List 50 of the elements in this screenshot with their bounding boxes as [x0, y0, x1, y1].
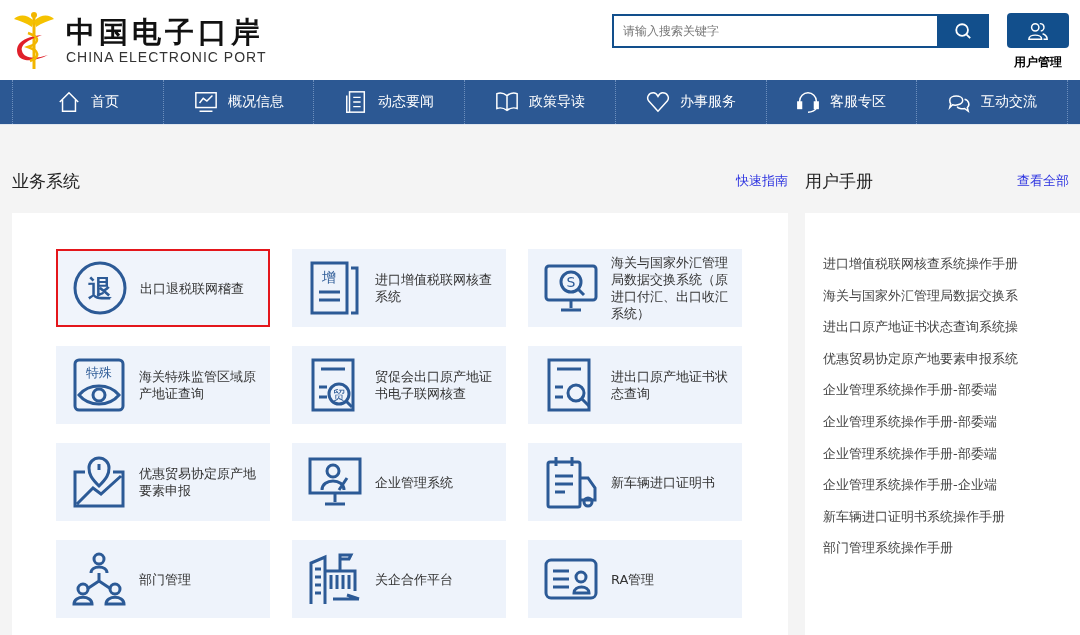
book-icon	[495, 90, 519, 114]
system-tile[interactable]: 关企合作平台	[292, 540, 506, 618]
manual-link[interactable]: 进出口原产地证书状态查询系统操	[823, 318, 1080, 337]
system-tile[interactable]: S 海关与国家外汇管理局数据交换系统（原进口付汇、出口收汇系统）	[528, 249, 742, 327]
system-tile[interactable]: 优惠贸易协定原产地要素申报	[56, 443, 270, 521]
search-button[interactable]	[937, 14, 989, 48]
map-pin-icon	[71, 454, 127, 510]
nav-item[interactable]: 概况信息	[162, 80, 314, 124]
home-icon	[56, 90, 81, 114]
nav-item[interactable]: 办事服务	[614, 80, 766, 124]
manual-link[interactable]: 部门管理系统操作手册	[823, 539, 1080, 558]
site-title: 中国电子口岸	[66, 15, 265, 49]
circle-char-icon: 退	[72, 260, 128, 316]
system-tile[interactable]: 部门管理	[56, 540, 270, 618]
section-title: 业务系统	[12, 169, 80, 193]
manual-link[interactable]: 企业管理系统操作手册-部委端	[823, 444, 1080, 464]
search-field[interactable]: 请输入搜索关键字	[612, 14, 937, 48]
nav-item[interactable]: 互动交流	[916, 80, 1069, 124]
manual-link[interactable]: 新车辆进口证明书系统操作手册	[823, 507, 1080, 527]
nav-item[interactable]: 动态要闻	[313, 80, 465, 124]
system-tile[interactable]: 进出口原产地证书状态查询	[528, 346, 742, 424]
headset-icon	[796, 90, 821, 114]
nav-item[interactable]: 政策导读	[464, 80, 615, 124]
manual-link[interactable]: 企业管理系统操作手册-部委端	[823, 412, 1080, 432]
org-icon	[71, 551, 127, 607]
chart-icon	[193, 90, 218, 114]
system-tile[interactable]: 增 进口增值税联网核查系统	[292, 249, 506, 327]
system-tile[interactable]: 企业管理系统	[292, 443, 506, 521]
system-tile[interactable]: 特殊 海关特殊监管区域原产地证查询	[56, 346, 270, 424]
quick-guide-link[interactable]: 快速指南	[736, 172, 788, 190]
view-all-link[interactable]: 查看全部	[1017, 172, 1069, 190]
system-tile[interactable]: 新车辆进口证明书	[528, 443, 742, 521]
nav-item[interactable]: 首页	[12, 80, 163, 124]
system-tile[interactable]: 退 出口退税联网稽查	[56, 249, 270, 327]
manual-link[interactable]: 优惠贸易协定原产地要素申报系统	[823, 349, 1080, 369]
manual-link[interactable]: 进口增值税联网核查系统操作手册	[823, 255, 1080, 274]
caduceus-logo-icon	[12, 9, 56, 71]
heart-icon	[645, 90, 670, 114]
system-tile[interactable]: 贸 贸促会出口原产地证书电子联网核查	[292, 346, 506, 424]
user-management-button[interactable]	[1007, 13, 1069, 48]
manual-link[interactable]: 企业管理系统操作手册-企业端	[823, 476, 1080, 495]
user-management-label[interactable]: 用户管理	[1014, 54, 1062, 71]
eye-card-icon: 特殊	[71, 357, 127, 413]
section-title: 用户手册	[805, 169, 873, 193]
system-tile[interactable]: RA管理	[528, 540, 742, 618]
search-icon	[954, 22, 972, 40]
nav-item[interactable]: 客服专区	[765, 80, 917, 124]
site-subtitle: CHINA ELECTRONIC PORT	[66, 49, 267, 65]
manual-link[interactable]: 企业管理系统操作手册-部委端	[823, 381, 1080, 400]
manual-link[interactable]: 海关与国家外汇管理局数据交换系	[823, 286, 1080, 306]
